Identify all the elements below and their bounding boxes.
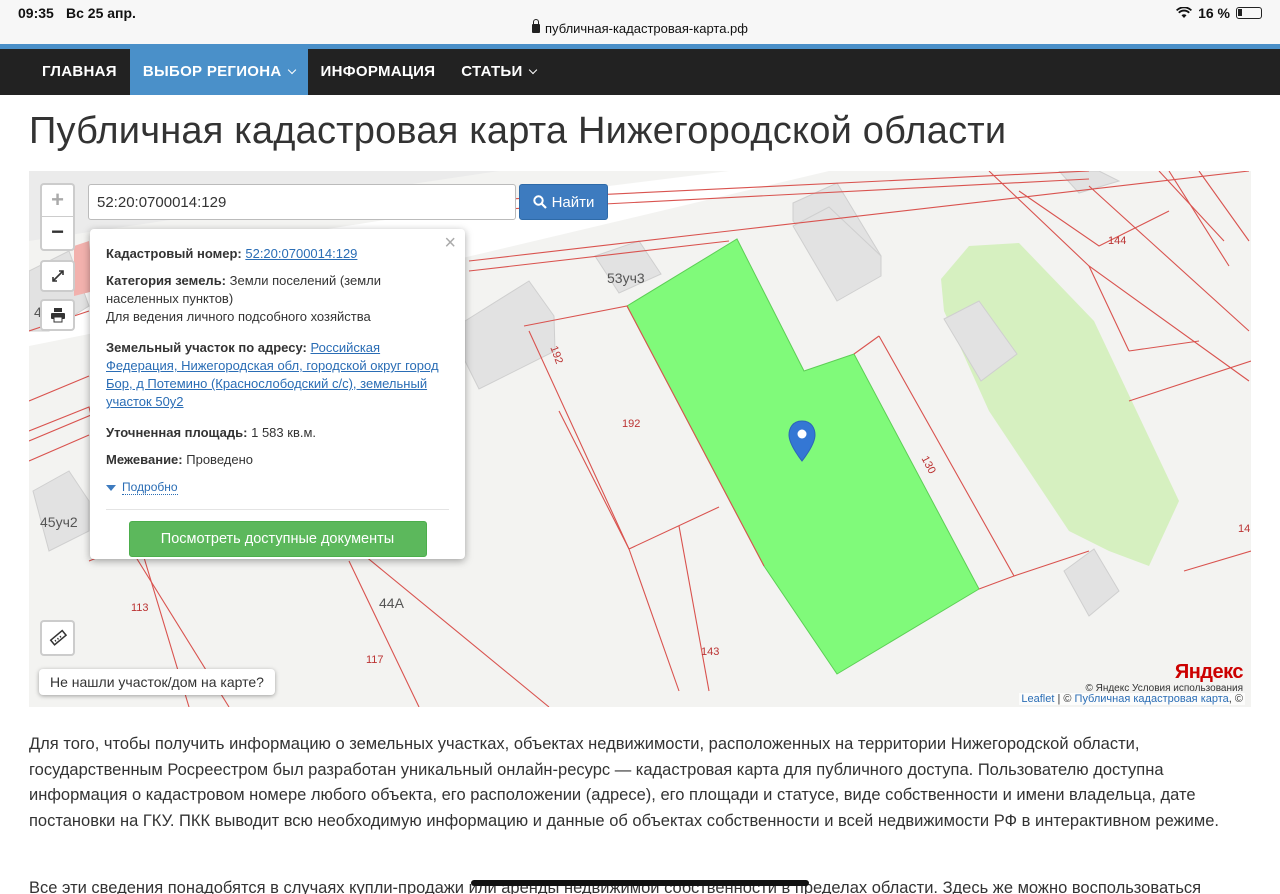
zoom-in-button[interactable]: +: [42, 185, 73, 217]
survey-label: Межевание:: [106, 452, 183, 467]
not-found-button[interactable]: Не нашли участок/дом на карте?: [39, 669, 275, 695]
area-row: Уточненная площадь: 1 583 кв.м.: [106, 424, 449, 442]
yandex-logo: Яндекс: [1174, 661, 1244, 683]
cad-number-row: Кадастровый номер: 52:20:0700014:129: [106, 245, 449, 263]
view-documents-button[interactable]: Посмотреть доступные документы: [128, 521, 427, 557]
page-title: Публичная кадастровая карта Нижегородско…: [29, 110, 1007, 152]
map-label: 44А: [379, 595, 404, 611]
map-label: 53уч3: [607, 270, 645, 286]
land-usage-value: Для ведения личного подсобного хозяйства: [106, 309, 371, 324]
search-icon: [532, 195, 547, 209]
nav-info[interactable]: ИНФОРМАЦИЯ: [308, 49, 449, 95]
printer-icon: [50, 308, 65, 323]
nav-home-label: ГЛАВНАЯ: [42, 63, 117, 80]
status-bar: 09:35 Вс 25 апр. публичная-кадастровая-к…: [0, 0, 1280, 44]
ruler-button[interactable]: [40, 620, 75, 656]
close-icon[interactable]: ×: [444, 233, 456, 253]
status-date: Вс 25 апр.: [66, 5, 136, 21]
leaflet-link[interactable]: Leaflet: [1021, 693, 1054, 705]
battery-icon: [1236, 7, 1262, 19]
land-category-row: Категория земель: Земли поселений (земли…: [106, 272, 449, 326]
more-details-toggle[interactable]: Подробно: [106, 478, 449, 496]
chevron-down-icon: [528, 65, 537, 75]
parcel-info-popup: × Кадастровый номер: 52:20:0700014:129 К…: [90, 229, 465, 559]
address-bar[interactable]: публичная-кадастровая-карта.рф: [0, 19, 1280, 36]
map-attribution: Leaflet | © Публичная кадастровая карта,…: [1019, 693, 1245, 705]
survey-row: Межевание: Проведено: [106, 451, 449, 469]
nav-articles-label: СТАТЬИ: [461, 63, 523, 80]
address-label: Земельный участок по адресу:: [106, 340, 307, 355]
search-button[interactable]: Найти: [519, 184, 608, 220]
status-time: 09:35: [18, 5, 54, 21]
nav-home[interactable]: ГЛАВНАЯ: [29, 49, 130, 95]
nav-info-label: ИНФОРМАЦИЯ: [320, 63, 436, 80]
wifi-icon: [1176, 7, 1193, 18]
cad-number-label: Кадастровый номер:: [106, 246, 242, 261]
home-indicator[interactable]: [471, 880, 809, 886]
url-text: публичная-кадастровая-карта.рф: [545, 21, 748, 36]
more-details-label: Подробно: [122, 480, 178, 495]
expand-icon: [51, 270, 64, 282]
cadastral-map[interactable]: 53уч3 192 192 130 144 143 44А 113 117 45…: [29, 171, 1251, 707]
map-label: 143: [701, 646, 720, 658]
map-label: 113: [131, 602, 149, 614]
status-right: 16 %: [1176, 5, 1262, 21]
cad-number-link[interactable]: 52:20:0700014:129: [245, 246, 357, 261]
print-button[interactable]: [40, 299, 75, 331]
lock-icon: [532, 19, 541, 33]
map-label: 192: [622, 418, 641, 430]
chevron-down-icon: [287, 65, 296, 75]
search-button-label: Найти: [551, 193, 595, 211]
pkk-link[interactable]: Публичная кадастровая карта: [1075, 693, 1229, 705]
map-label: 144: [1108, 235, 1127, 247]
area-label: Уточненная площадь:: [106, 425, 248, 440]
survey-value: Проведено: [186, 452, 253, 467]
cadastral-search-input[interactable]: [88, 184, 516, 220]
battery-percent: 16 %: [1198, 5, 1230, 21]
zoom-out-button[interactable]: −: [42, 217, 73, 249]
map-label: 117: [366, 654, 384, 666]
caret-down-icon: [106, 485, 116, 491]
map-label: 14: [1238, 523, 1251, 535]
park-area: [941, 243, 1179, 566]
ruler-icon: [49, 629, 67, 646]
divider: [106, 509, 449, 510]
attribution-end: , ©: [1228, 693, 1243, 705]
area-value: 1 583 кв.м.: [251, 425, 317, 440]
zoom-control: + −: [40, 183, 75, 251]
main-nav: ГЛАВНАЯ ВЫБОР РЕГИОНА ИНФОРМАЦИЯ СТАТЬИ: [0, 49, 1280, 95]
nav-region-label: ВЫБОР РЕГИОНА: [142, 63, 282, 80]
intro-paragraph: Для того, чтобы получить информацию о зе…: [29, 735, 1219, 830]
nav-region[interactable]: ВЫБОР РЕГИОНА: [129, 49, 308, 95]
land-category-label: Категория земель:: [106, 273, 227, 288]
nav-articles[interactable]: СТАТЬИ: [448, 49, 548, 95]
address-row: Земельный участок по адресу: Российская …: [106, 339, 449, 411]
fullscreen-button[interactable]: [40, 260, 75, 292]
map-label: 45уч2: [40, 514, 78, 530]
attribution-separator: | ©: [1054, 693, 1075, 705]
